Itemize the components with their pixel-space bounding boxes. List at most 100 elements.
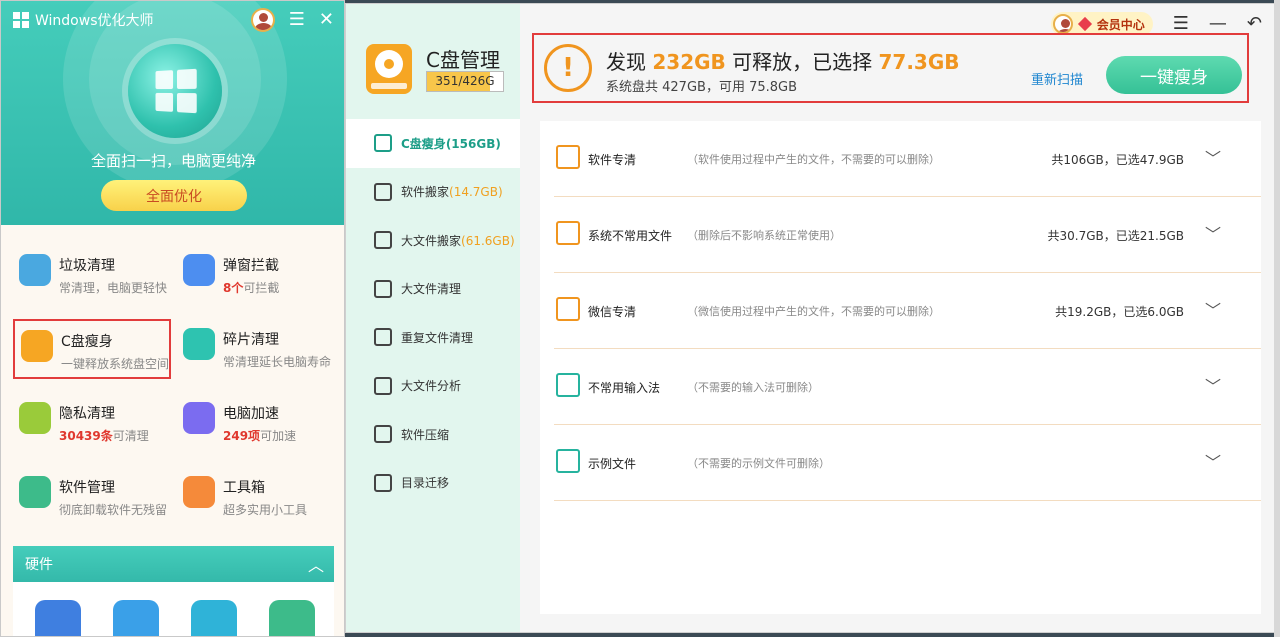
tool-name: 工具箱 [223,480,265,496]
trash-icon [19,254,51,286]
list-icon[interactable]: ☰ [289,10,305,30]
tool-desc: 常清理，电脑更轻快 [59,281,168,295]
item-name: 系统不常用文件 [588,229,673,243]
tool-name: C盘瘦身 [61,334,113,350]
sidebar-item-analysis[interactable]: 大文件分析 [346,362,520,411]
page-title: C盘管理 [426,48,500,72]
sidebar-item-compress[interactable]: 软件压缩 [346,410,520,459]
nav-label: 大文件清理 [401,282,462,297]
optimizer-window: Windows优化大师 ☰ ✕ 全面扫一扫，电脑更纯净 全面优化 垃圾清理常清理… [0,0,345,637]
chevron-down-icon[interactable]: ﹀ [1205,373,1221,397]
nav-label: C盘瘦身 [401,136,446,151]
nav-label: 大文件搬家 [401,233,462,248]
tool-item[interactable]: 隐私清理 30439条可清理 [13,393,171,453]
tool-name: 弹窗拦截 [223,258,279,274]
compress-icon [374,425,392,444]
warning-icon: ! [544,44,592,92]
export-icon [374,231,392,250]
list-item[interactable]: 不常用输入法 （不需要的输入法可删除） ﹀ [540,349,1261,425]
windows-logo-icon [128,44,222,138]
found-size: 232GB [652,50,726,74]
item-name: 不常用输入法 [588,381,661,395]
hardware-section-header[interactable]: 硬件 ︿ [13,546,334,582]
tool-item[interactable]: 弹窗拦截 8个可拦截 [177,245,335,305]
c-drive-manager-window: C盘管理 351/426G C盘瘦身(156GB) 软件搬家(14.7GB) 大文件… [345,3,1274,633]
tool-desc: 常清理延长电脑寿命 [223,355,332,369]
header-banner: Windows优化大师 ☰ ✕ 全面扫一扫，电脑更纯净 全面优化 [1,1,344,225]
sidebar-item-slim[interactable]: C盘瘦身(156GB) [346,119,520,168]
selected-size: 77.3GB [878,50,960,74]
rescan-link[interactable]: 重新扫描 [1031,69,1083,88]
windows-icon [13,12,29,28]
item-stat: 共30.7GB，已选21.5GB [1047,229,1184,243]
tool-item[interactable]: 软件管理 彻底卸载软件无残留 [13,467,171,527]
disk-slim-icon [21,330,53,362]
tool-item[interactable]: 垃圾清理常清理，电脑更轻快 [13,245,171,305]
avatar[interactable] [250,8,275,32]
nav-size: (14.7GB) [449,185,503,200]
sidebar-item-migrate[interactable]: 目录迁移 [346,459,520,508]
code-file-icon [556,449,580,473]
close-icon[interactable]: ✕ [319,10,334,30]
disk-speed-icon[interactable] [113,600,159,636]
thermometer-icon[interactable] [191,600,237,636]
list-item[interactable]: 系统不常用文件 （删除后不影响系统正常使用） 共30.7GB，已选21.5GB ﹀ [540,197,1261,273]
capacity-text: 351/426G [435,74,495,88]
grid-icon [556,145,580,169]
wechat-icon [556,297,580,321]
list-item[interactable]: 软件专清 （软件使用过程中产生的文件，不需要的可以删除） 共106GB，已选47.9… [540,121,1261,197]
nav-label: 重复文件清理 [401,330,474,345]
item-name: 微信专清 [588,305,637,319]
sidebar-item-broom[interactable]: 大文件清理 [346,265,520,314]
summary-headline: 发现 232GB 可释放，已选择 77.3GB [606,50,960,74]
chevron-down-icon[interactable]: ﹀ [1205,221,1221,245]
list-item[interactable]: 示例文件 （不需要的示例文件可删除） ﹀ [540,425,1261,501]
item-name: 示例文件 [588,457,637,471]
tool-item[interactable]: 碎片清理 常清理延长电脑寿命 [177,319,335,379]
tool-desc: 30439条可清理 [59,429,149,443]
sidebar: C盘管理 351/426G C盘瘦身(156GB) 软件搬家(14.7GB) 大文件… [346,4,520,632]
full-optimize-button[interactable]: 全面优化 [101,180,247,211]
minimize-icon[interactable]: — [1209,14,1227,34]
main-content: 会员中心 ☰ — ↶ ! 发现 232GB 可释放，已选择 77.3GB 系统盘… [520,4,1274,632]
list-icon[interactable]: ☰ [1173,14,1189,34]
hardware-label: 硬件 [25,557,53,573]
disk-icon [366,44,412,94]
board-icon[interactable] [269,600,315,636]
input-method-icon [556,373,580,397]
item-desc: （删除后不影响系统正常使用） [687,229,841,242]
one-click-slim-button[interactable]: 一键瘦身 [1106,56,1242,94]
tool-name: 垃圾清理 [59,258,115,274]
item-stat: 共106GB，已选47.9GB [1051,153,1184,167]
capacity-bar: 351/426G [426,71,504,92]
document-icon [556,221,580,245]
nav-label: 软件搬家 [401,185,450,200]
tool-item[interactable]: 工具箱 超多实用小工具 [177,467,335,527]
monitor-icon[interactable] [35,600,81,636]
chevron-up-icon[interactable]: ︿ [308,552,324,576]
sidebar-item-export[interactable]: 大文件搬家(61.6GB) [346,216,520,265]
analysis-icon [374,376,392,395]
tool-item[interactable]: C盘瘦身 一键释放系统盘空间 [13,319,171,379]
chevron-down-icon[interactable]: ﹀ [1205,145,1221,169]
chevron-down-icon[interactable]: ﹀ [1205,297,1221,321]
sidebar-item-duplicate[interactable]: 重复文件清理 [346,313,520,362]
tool-desc: 8个可拦截 [223,281,280,295]
disk-info: 系统盘共 427GB，可用 75.8GB [606,80,798,95]
chevron-down-icon[interactable]: ﹀ [1205,449,1221,473]
privacy-icon [19,402,51,434]
duplicate-icon [374,328,392,347]
sidebar-item-truck[interactable]: 软件搬家(14.7GB) [346,168,520,217]
toolbox-icon [183,476,215,508]
app-title: Windows优化大师 [35,13,154,29]
back-icon[interactable]: ↶ [1247,14,1262,34]
truck-icon [374,182,392,201]
migrate-icon [374,473,392,492]
tool-item[interactable]: 电脑加速 249项可加速 [177,393,335,453]
broom-icon [374,279,392,298]
ad-block-icon [183,254,215,286]
tool-name: 隐私清理 [59,406,115,422]
fragment-icon [183,328,215,360]
app-brand: Windows优化大师 [13,10,154,30]
list-item[interactable]: 微信专清 （微信使用过程中产生的文件，不需要的可以删除） 共19.2GB，已选6.0… [540,273,1261,349]
